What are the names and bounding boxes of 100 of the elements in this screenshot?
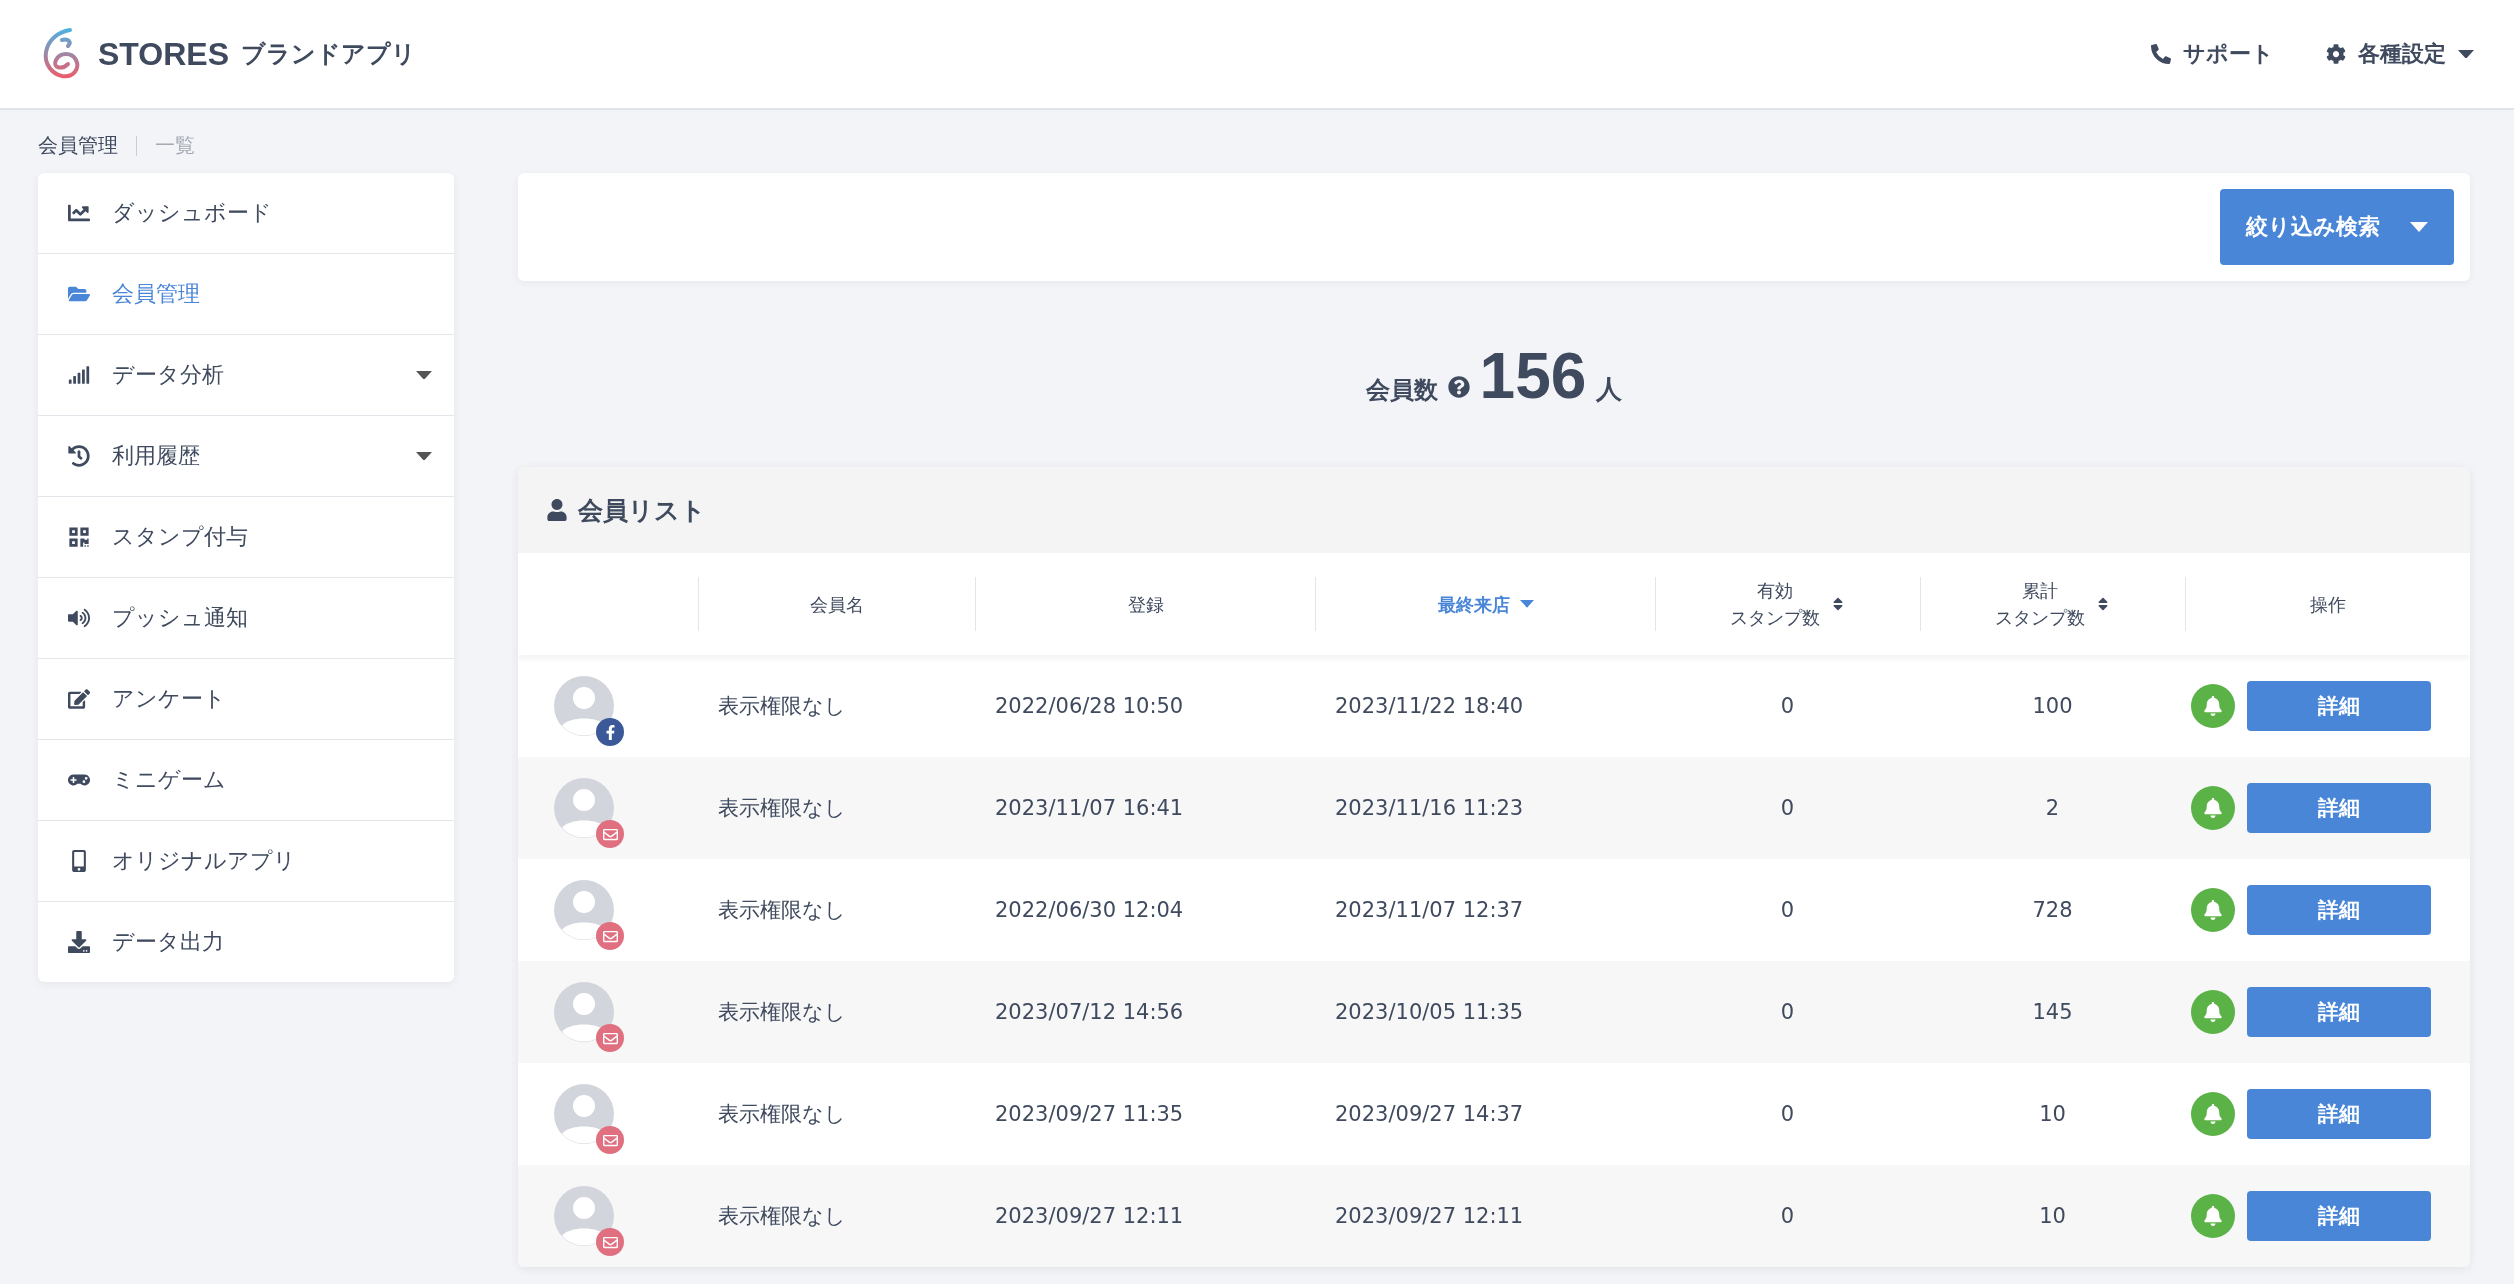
notify-button[interactable] xyxy=(2191,990,2235,1034)
breadcrumb-item: 一覧 xyxy=(155,132,195,159)
edit-icon xyxy=(68,688,90,710)
avatar-icon xyxy=(554,1186,614,1246)
bell-icon xyxy=(2203,900,2223,920)
help-icon[interactable] xyxy=(1447,376,1470,398)
sidebar-item[interactable]: スタンプ付与 xyxy=(38,496,454,577)
table-cell-text: 2 xyxy=(2044,796,2061,820)
sort-desc-icon xyxy=(1519,600,1534,608)
notify-button[interactable] xyxy=(2191,888,2235,932)
notify-button[interactable] xyxy=(2191,684,2235,728)
card-title: 会員リスト xyxy=(578,494,706,527)
table-cell-text: 2023/09/27 11:35 xyxy=(994,1102,1185,1126)
table-cell-text: 0 xyxy=(1779,1204,1796,1228)
table-cell-text: 10 xyxy=(2038,1204,2067,1228)
column-header[interactable]: 操作 xyxy=(2310,590,2346,618)
sidebar-label: オリジナルアプリ xyxy=(112,847,297,875)
table-cell-text: 0 xyxy=(1779,1102,1796,1126)
sidebar-item[interactable]: 会員管理 xyxy=(38,253,454,334)
table-cell-text: 2023/11/07 12:37 xyxy=(1334,898,1525,922)
table-cell-text: 0 xyxy=(1779,796,1796,820)
column-header[interactable]: 有効 スタンプ数 xyxy=(1730,577,1820,631)
table-cell-text: 表示権限なし xyxy=(717,999,847,1026)
table-cell-text: 0 xyxy=(1779,694,1796,718)
breadcrumb-item[interactable]: 会員管理 xyxy=(38,132,118,159)
sidebar-item[interactable]: プッシュ通知 xyxy=(38,577,454,658)
bell-icon xyxy=(2203,1002,2223,1022)
avatar-icon xyxy=(554,982,614,1042)
signal-bars-icon xyxy=(68,364,90,386)
table-cell-text: 2022/06/30 12:04 xyxy=(994,898,1185,922)
table-cell-text: 2023/09/27 14:37 xyxy=(1334,1102,1525,1126)
column-header[interactable]: 最終来店 xyxy=(1437,590,1510,618)
count-value: 156 xyxy=(1479,339,1587,413)
filter-button[interactable]: 絞り込み検索 xyxy=(2220,189,2454,265)
table-cell-text: 0 xyxy=(1779,1000,1796,1024)
bell-icon xyxy=(2203,1206,2223,1226)
header-link[interactable]: サポート xyxy=(2151,39,2274,69)
bell-icon xyxy=(2203,1104,2223,1124)
sidebar-label: データ分析 xyxy=(112,361,225,389)
bell-icon xyxy=(2203,696,2223,716)
qr-code-icon xyxy=(68,526,90,548)
count-unit: 人 xyxy=(1596,373,1623,406)
detail-button[interactable]: 詳細 xyxy=(2247,681,2431,731)
notify-button[interactable] xyxy=(2191,1194,2235,1238)
bell-icon xyxy=(2203,798,2223,818)
table-cell-text: 表示権限なし xyxy=(717,1101,847,1128)
sidebar-item[interactable]: オリジナルアプリ xyxy=(38,820,454,901)
sidebar-item[interactable]: 利用履歴 xyxy=(38,415,454,496)
header-link[interactable]: 各種設定 xyxy=(2326,39,2474,69)
table-cell-text: 145 xyxy=(2031,1000,2074,1024)
table-cell-text: 2023/11/22 18:40 xyxy=(1334,694,1525,718)
sidebar-label: 利用履歴 xyxy=(112,442,201,470)
table-cell-text: 2023/10/05 11:35 xyxy=(1334,1000,1525,1024)
column-header[interactable]: 会員名 xyxy=(810,590,864,618)
sidebar-label: プッシュ通知 xyxy=(112,604,249,632)
table-cell-text: 2023/07/12 14:56 xyxy=(994,1000,1185,1024)
sidebar-item[interactable]: ミニゲーム xyxy=(38,739,454,820)
phone-icon xyxy=(2151,44,2171,64)
sidebar-label: 会員管理 xyxy=(112,280,201,308)
table-cell-text: 表示権限なし xyxy=(717,795,847,822)
sidebar-item[interactable]: ダッシュボード xyxy=(38,173,454,253)
speaker-icon xyxy=(68,607,90,629)
detail-button[interactable]: 詳細 xyxy=(2247,1191,2431,1241)
table-cell-text: 表示権限なし xyxy=(717,693,847,720)
sidebar-label: データ出力 xyxy=(112,928,225,956)
table-cell-text: 表示権限なし xyxy=(717,897,847,924)
line-chart-icon xyxy=(68,202,90,224)
download-icon xyxy=(68,931,90,953)
brand-logo: STORES xyxy=(98,35,229,73)
settings-icon xyxy=(2326,44,2346,64)
detail-button[interactable]: 詳細 xyxy=(2247,783,2431,833)
detail-button[interactable]: 詳細 xyxy=(2247,987,2431,1037)
table-cell-text: 728 xyxy=(2031,898,2074,922)
count-label: 会員数 xyxy=(1365,375,1438,406)
table-cell-text: 表示権限なし xyxy=(717,1203,847,1230)
table-cell-text: 0 xyxy=(1779,898,1796,922)
table-cell-text: 2023/11/07 16:41 xyxy=(994,796,1185,820)
notify-button[interactable] xyxy=(2191,786,2235,830)
column-header[interactable]: 登録 xyxy=(1127,590,1164,618)
table-cell-text: 2022/06/28 10:50 xyxy=(994,694,1185,718)
sidebar-item[interactable]: データ出力 xyxy=(38,901,454,982)
table-cell-text: 2023/09/27 12:11 xyxy=(1334,1204,1525,1228)
caret-icon xyxy=(2410,222,2428,232)
sidebar-label: スタンプ付与 xyxy=(112,523,249,551)
user-icon xyxy=(546,499,568,521)
detail-button[interactable]: 詳細 xyxy=(2247,1089,2431,1139)
table-cell-text: 2023/09/27 12:11 xyxy=(994,1204,1185,1228)
history-icon xyxy=(68,445,90,467)
sidebar-item[interactable]: アンケート xyxy=(38,658,454,739)
avatar-icon xyxy=(554,778,614,838)
avatar-icon xyxy=(554,880,614,940)
sidebar-label: ミニゲーム xyxy=(112,766,227,794)
avatar-icon xyxy=(554,1084,614,1144)
column-header[interactable]: 累計 スタンプ数 xyxy=(1995,577,2085,631)
sidebar-label: アンケート xyxy=(112,685,227,713)
sidebar-item[interactable]: データ分析 xyxy=(38,334,454,415)
product-name: ブランドアプリ xyxy=(241,39,416,70)
notify-button[interactable] xyxy=(2191,1092,2235,1136)
detail-button[interactable]: 詳細 xyxy=(2247,885,2431,935)
sidebar-label: ダッシュボード xyxy=(112,199,273,227)
